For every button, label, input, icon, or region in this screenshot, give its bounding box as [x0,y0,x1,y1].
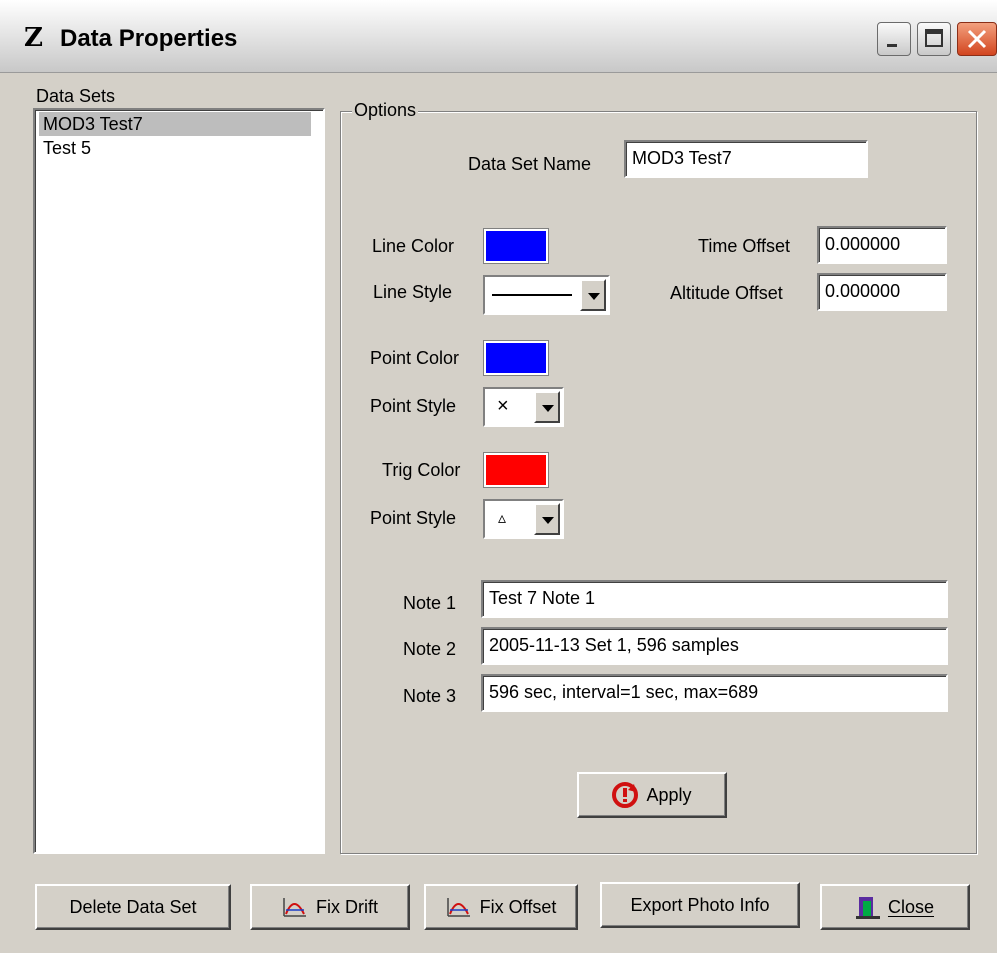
z-app-icon: Z [24,23,43,53]
window-title: Data Properties [60,25,238,52]
chart-curve-icon [283,898,306,917]
maximize-icon [925,29,943,47]
close-icon [967,29,987,49]
close-window-button[interactable] [957,22,997,56]
point-color-swatch[interactable] [484,341,548,375]
trig-point-style-label: Point Style [370,508,457,528]
minimize-icon [887,44,897,47]
trig-color-swatch[interactable] [484,453,548,487]
note1-label: Note 1 [403,593,457,613]
point-style-dropdown[interactable]: × [483,387,564,427]
list-item[interactable]: MOD3 Test7 [39,112,311,136]
fix-drift-button[interactable]: Fix Drift [250,884,410,930]
time-offset-field[interactable]: 0.000000 [817,226,947,264]
data-set-name-label: Data Set Name [468,154,592,174]
options-group-title: Options [352,100,419,121]
chart-curve-icon [446,898,470,917]
chevron-down-icon[interactable] [580,279,606,311]
altitude-offset-field[interactable]: 0.000000 [817,273,947,311]
data-sets-list[interactable]: MOD3 Test7 Test 5 [33,108,325,854]
line-color-swatch[interactable] [484,229,548,263]
x-marker-icon: × [497,395,509,417]
title-bar[interactable]: Z Data Properties [0,0,997,73]
point-style-label: Point Style [370,396,457,416]
delete-data-set-label: Delete Data Set [69,896,197,917]
close-label: Close [887,896,935,917]
close-button[interactable]: Close [820,884,970,930]
trig-point-style-dropdown[interactable]: ▵ [483,499,564,539]
delete-data-set-button[interactable]: Delete Data Set [35,884,231,930]
trig-color-label: Trig Color [382,460,461,480]
chevron-down-icon[interactable] [534,503,560,535]
solid-line-icon [492,294,572,296]
apply-icon [612,782,639,808]
data-properties-window: Z Data Properties Data Sets MOD3 Test7 T… [0,0,997,953]
chevron-down-icon[interactable] [534,391,560,423]
export-photo-info-button[interactable]: Export Photo Info [600,882,800,928]
triangle-marker-icon: ▵ [498,510,507,527]
note2-field[interactable]: 2005-11-13 Set 1, 596 samples [481,627,948,665]
data-set-name-field[interactable]: MOD3 Test7 [624,140,868,178]
line-style-dropdown[interactable] [483,275,610,315]
apply-button[interactable]: Apply [577,772,727,818]
line-color-label: Line Color [372,236,455,256]
altitude-offset-label: Altitude Offset [670,283,783,303]
door-exit-icon [855,897,880,919]
maximize-button[interactable] [917,22,951,56]
line-style-label: Line Style [373,282,453,302]
fix-drift-label: Fix Drift [316,896,378,917]
time-offset-label: Time Offset [698,236,791,256]
fix-offset-button[interactable]: Fix Offset [424,884,578,930]
apply-label: Apply [646,784,692,805]
options-group [340,111,977,854]
note2-label: Note 2 [403,639,457,659]
export-photo-info-label: Export Photo Info [630,894,770,915]
note3-field[interactable]: 596 sec, interval=1 sec, max=689 [481,674,948,712]
fix-offset-label: Fix Offset [479,896,557,917]
note1-field[interactable]: Test 7 Note 1 [481,580,948,618]
point-color-label: Point Color [370,348,460,368]
data-sets-label: Data Sets [36,86,116,106]
note3-label: Note 3 [403,686,457,706]
list-item[interactable]: Test 5 [39,136,95,160]
minimize-button[interactable] [877,22,911,56]
